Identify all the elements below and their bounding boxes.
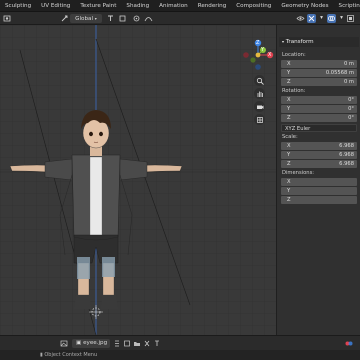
chevron-down-icon[interactable]: ▾ [318,14,325,23]
browse-image-icon[interactable] [113,339,121,348]
chevron-down-icon[interactable]: ▾ [338,14,345,23]
location-z-field[interactable]: Z0 m [281,78,357,86]
orientation-label: Global [75,16,94,22]
scale-x-field[interactable]: X 6.968 [281,142,357,150]
scale-label: Scale: [282,134,298,140]
proportional-edit-icon[interactable] [132,14,141,23]
dimensions-y-field[interactable]: Y [281,187,357,195]
dimensions-x-field[interactable]: X [281,178,357,186]
pan-hand-icon[interactable] [254,88,265,99]
grid-view-icon[interactable] [254,114,265,125]
navigation-buttons [254,75,265,125]
workspace-tabs: Sculpting UV Editing Texture Paint Shadi… [0,0,360,12]
zoom-icon[interactable] [254,75,265,86]
snap-icon[interactable] [106,14,115,23]
snap-target-icon[interactable] [118,14,127,23]
tab-geometry-nodes[interactable]: Geometry Nodes [276,0,333,12]
new-image-icon[interactable] [123,339,131,348]
location-x-field[interactable]: X0 m [281,60,357,68]
dimensions-z-field[interactable]: Z [281,196,357,204]
rotation-label: Rotation: [282,88,306,94]
rotation-y-field[interactable]: Y 0° [281,105,357,113]
xray-icon[interactable] [346,14,355,23]
mouse-icon: ▮ [40,352,43,358]
rotation-mode-dropdown[interactable]: XYZ Euler [281,124,357,132]
gizmo-toggle-icon[interactable] [307,14,316,23]
image-name: eyee.jpg [83,340,108,346]
sidebar-panel: ▾ Transform Location: X0 m Y 0.05568 m Z0… [276,25,360,335]
chevron-down-icon: ▾ [282,39,285,44]
gizmo-y-label: Y [261,47,265,53]
scale-z-field[interactable]: Z 6.968 [281,160,357,168]
overlay-toggle-icon[interactable] [327,14,336,23]
tab-animation[interactable]: Animation [154,0,193,12]
open-folder-icon[interactable] [133,339,141,348]
image-editor-type-icon[interactable] [60,339,68,348]
image-name-field[interactable]: ▣ eyee.jpg [72,339,110,348]
dimensions-label: Dimensions: [282,170,315,176]
status-hint: Object Context Menu [44,352,98,358]
tab-shading[interactable]: Shading [121,0,154,12]
camera-view-icon[interactable] [254,101,265,112]
tab-uv-editing[interactable]: UV Editing [36,0,75,12]
viewport-header: Global ▾ ▾ ▾ [0,12,360,25]
pin-icon[interactable] [153,339,161,348]
viewport-grid [0,25,276,335]
panel-title: Transform [285,39,314,45]
tab-compositing[interactable]: Compositing [231,0,276,12]
location-label: Location: [282,52,306,58]
chevron-down-icon: ▾ [94,16,97,21]
tab-rendering[interactable]: Rendering [193,0,232,12]
tab-scripting[interactable]: Scripting [334,0,360,12]
editor-type-icon[interactable] [3,14,11,23]
unlink-image-icon[interactable] [143,339,151,348]
status-bar: ▮ Object Context Menu [0,350,360,360]
gizmo-z-label: Z [256,40,260,46]
image-editor-header: ▣ eyee.jpg [0,335,360,350]
rotation-z-field[interactable]: Z 0° [281,114,357,122]
tab-sculpting[interactable]: Sculpting [0,0,36,12]
display-channels-icon[interactable] [344,339,354,348]
image-icon: ▣ [76,340,82,346]
proportional-falloff-icon[interactable] [144,14,153,23]
gizmo-x-label: X [268,52,272,58]
transform-panel-header[interactable]: ▾ Transform [279,37,359,47]
location-y-field[interactable]: Y 0.05568 m [281,69,357,77]
orientation-dropdown[interactable]: Global ▾ [70,14,102,23]
rotation-x-field[interactable]: X 0° [281,96,357,104]
transform-pivot-icon[interactable] [60,14,69,23]
scale-y-field[interactable]: Y 6.968 [281,151,357,159]
tab-texture-paint[interactable]: Texture Paint [75,0,121,12]
visibility-icon[interactable] [296,14,305,23]
3d-viewport[interactable]: X Z Y [0,25,276,335]
